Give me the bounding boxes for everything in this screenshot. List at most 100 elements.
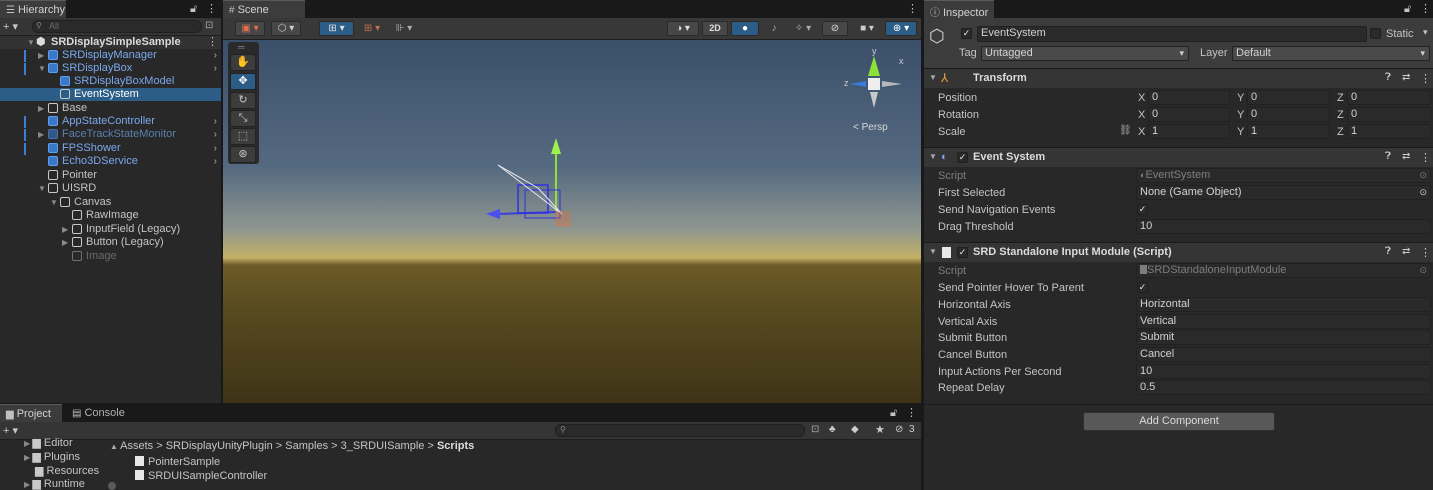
object-name-field[interactable]: EventSystem [977, 26, 1367, 42]
plane-handle[interactable] [555, 211, 571, 227]
grid-snap-dropdown[interactable]: ⊞ ▾ [319, 21, 354, 36]
cancel-button-field[interactable]: Cancel [1136, 347, 1431, 362]
presets-icon[interactable]: ⇄ [1402, 72, 1410, 83]
drag-handle-icon[interactable]: ═ [238, 42, 244, 52]
object-picker-icon[interactable]: ⊙ [1419, 186, 1427, 199]
gizmos-dropdown[interactable]: ⊕ ▾ [885, 21, 917, 36]
axis-x-cone[interactable] [882, 81, 902, 87]
static-dropdown-icon[interactable]: ▾ [1423, 27, 1428, 38]
tag-dropdown[interactable]: Untagged ▾ [981, 46, 1189, 61]
hierarchy-item[interactable]: ▼ Canvas [0, 196, 221, 209]
file-item[interactable]: PointerSample [135, 456, 220, 469]
move-tool-icon[interactable]: ✥ [230, 73, 256, 90]
hierarchy-item[interactable]: ▶ FaceTrackStateMonitor › [0, 128, 221, 141]
send-navigation-checkbox[interactable]: ✓ [1137, 204, 1148, 215]
active-checkbox[interactable]: ✓ [961, 28, 972, 39]
drag-threshold-field[interactable]: 10 [1136, 219, 1431, 234]
breadcrumb-item[interactable]: 3_SRDUISample [341, 440, 425, 452]
expand-arrow-icon[interactable]: ▼ [50, 196, 58, 209]
presets-icon[interactable]: ⇄ [1402, 151, 1410, 162]
visibility-toggle-icon[interactable]: ⊘ [822, 21, 848, 36]
tab-scene[interactable]: # Scene [223, 0, 305, 18]
position-y-field[interactable]: 0 [1247, 90, 1330, 105]
kebab-menu-icon[interactable]: ⋮ [1420, 246, 1431, 259]
component-enabled-checkbox[interactable]: ✓ [957, 247, 968, 258]
folder-item[interactable]: ▶ ▆ Runtime [24, 478, 85, 490]
kebab-menu-icon[interactable]: ⋮ [1420, 151, 1431, 164]
tab-hierarchy[interactable]: ☰ Hierarchy [0, 0, 66, 18]
axis-y-cone[interactable] [868, 56, 880, 76]
gameobject-icon[interactable]: ⬡ [929, 26, 945, 47]
chevron-right-icon[interactable]: › [214, 49, 217, 62]
draw-mode-dropdown[interactable]: ▣ ▾ [235, 21, 265, 36]
lock-icon[interactable]: 🔓︎ [890, 407, 897, 420]
srd-input-module-header[interactable]: ▼ ✓ SRD Standalone Input Module (Script)… [924, 242, 1433, 262]
kebab-menu-icon[interactable]: ⋮ [207, 36, 218, 49]
help-icon[interactable]: ❓︎ [1385, 246, 1391, 257]
axis-z-cone[interactable] [850, 81, 866, 87]
breadcrumb-item[interactable]: SRDisplayUnityPlugin [166, 440, 273, 452]
folder-item[interactable]: ▶ ▆ Plugins [24, 451, 80, 464]
hierarchy-item[interactable]: SRDisplayBoxModel [0, 75, 221, 88]
gizmo-center-cube[interactable] [868, 78, 880, 90]
hierarchy-item[interactable]: ▶ Button (Legacy) [0, 236, 221, 249]
static-checkbox[interactable] [1370, 28, 1381, 39]
add-button[interactable]: + ▾ [3, 20, 18, 33]
audio-toggle-icon[interactable]: ♪ [763, 21, 785, 36]
kebab-menu-icon[interactable]: ⋮ [907, 2, 918, 15]
hand-tool-icon[interactable]: ✋ [230, 54, 256, 71]
scale-z-field[interactable]: 1 [1347, 124, 1431, 139]
expand-arrow-icon[interactable]: ▼ [929, 152, 937, 161]
presets-icon[interactable]: ⇄ [1402, 246, 1410, 257]
lighting-toggle-icon[interactable]: ● [731, 21, 759, 36]
rect-tool-icon[interactable]: ⬚ [230, 128, 256, 145]
tab-project[interactable]: ▆ Project [0, 404, 62, 422]
search-by-type-icon[interactable]: ⊡ [811, 424, 819, 435]
effects-dropdown[interactable]: ✧ ▾ [788, 21, 818, 36]
kebab-menu-icon[interactable]: ⋮ [1420, 2, 1431, 15]
align-dropdown[interactable]: ⊪ ▾ [389, 21, 419, 36]
expand-arrow-icon[interactable]: ▼ [929, 247, 937, 256]
expand-arrow-icon[interactable]: ▶ [62, 236, 68, 249]
y-axis-arrow[interactable] [551, 138, 561, 154]
search-input[interactable]: ⚲ [555, 424, 805, 437]
breadcrumb-item[interactable]: Assets [120, 440, 153, 452]
lock-icon[interactable]: 🔓︎ [1404, 3, 1411, 16]
hierarchy-item[interactable]: Pointer [0, 169, 221, 182]
hierarchy-item[interactable]: Image [0, 250, 221, 263]
horizontal-axis-field[interactable]: Horizontal [1136, 297, 1431, 312]
submit-button-field[interactable]: Submit [1136, 330, 1431, 345]
kebab-menu-icon[interactable]: ⋮ [206, 2, 217, 15]
input-actions-field[interactable]: 10 [1136, 364, 1431, 379]
rotation-z-field[interactable]: 0 [1347, 107, 1431, 122]
chevron-right-icon[interactable]: › [214, 128, 217, 141]
component-enabled-checkbox[interactable]: ✓ [957, 152, 968, 163]
help-icon[interactable]: ❓︎ [1385, 72, 1391, 83]
filter-label-icon[interactable]: ◆ [851, 424, 859, 435]
tab-console[interactable]: ▤ Console [66, 404, 136, 422]
chevron-up-icon[interactable]: ▲ [110, 442, 120, 451]
rotate-tool-icon[interactable]: ↻ [230, 92, 256, 109]
hierarchy-item[interactable]: ▶ InputField (Legacy) [0, 223, 221, 236]
folder-item[interactable]: ▆ Resources [35, 465, 99, 478]
expand-arrow-icon[interactable]: ▶ [38, 128, 44, 141]
breadcrumb-current[interactable]: Scripts [437, 440, 474, 452]
chevron-right-icon[interactable]: › [214, 142, 217, 155]
expand-arrow-icon[interactable]: ▼ [38, 62, 46, 75]
folder-item[interactable]: ▶ ▆ Editor [24, 437, 73, 450]
x-axis-arrow[interactable] [486, 209, 500, 219]
filter-type-icon[interactable]: ♣ [829, 424, 836, 435]
position-x-field[interactable]: 0 [1148, 90, 1230, 105]
expand-arrow-icon[interactable]: ▼ [929, 73, 937, 82]
increment-snap-dropdown[interactable]: ⊞ ▾ [357, 21, 387, 36]
hierarchy-item-selected[interactable]: EventSystem [0, 88, 221, 101]
hierarchy-item[interactable]: ▼ UISRD [0, 182, 221, 195]
hierarchy-item[interactable]: ▶ Base [0, 102, 221, 115]
scale-tool-icon[interactable]: ⤡ [230, 110, 256, 127]
hierarchy-item[interactable]: RawImage [0, 209, 221, 222]
constrain-proportions-icon[interactable]: ⛓ [1119, 125, 1132, 136]
expand-arrow-icon[interactable]: ▶ [62, 223, 68, 236]
rotation-y-field[interactable]: 0 [1247, 107, 1330, 122]
hierarchy-item[interactable]: ▶ SRDisplayManager › [0, 49, 221, 62]
transform-header[interactable]: ▼ ⅄ Transform ❓︎ ⇄ ⋮ [924, 68, 1433, 88]
